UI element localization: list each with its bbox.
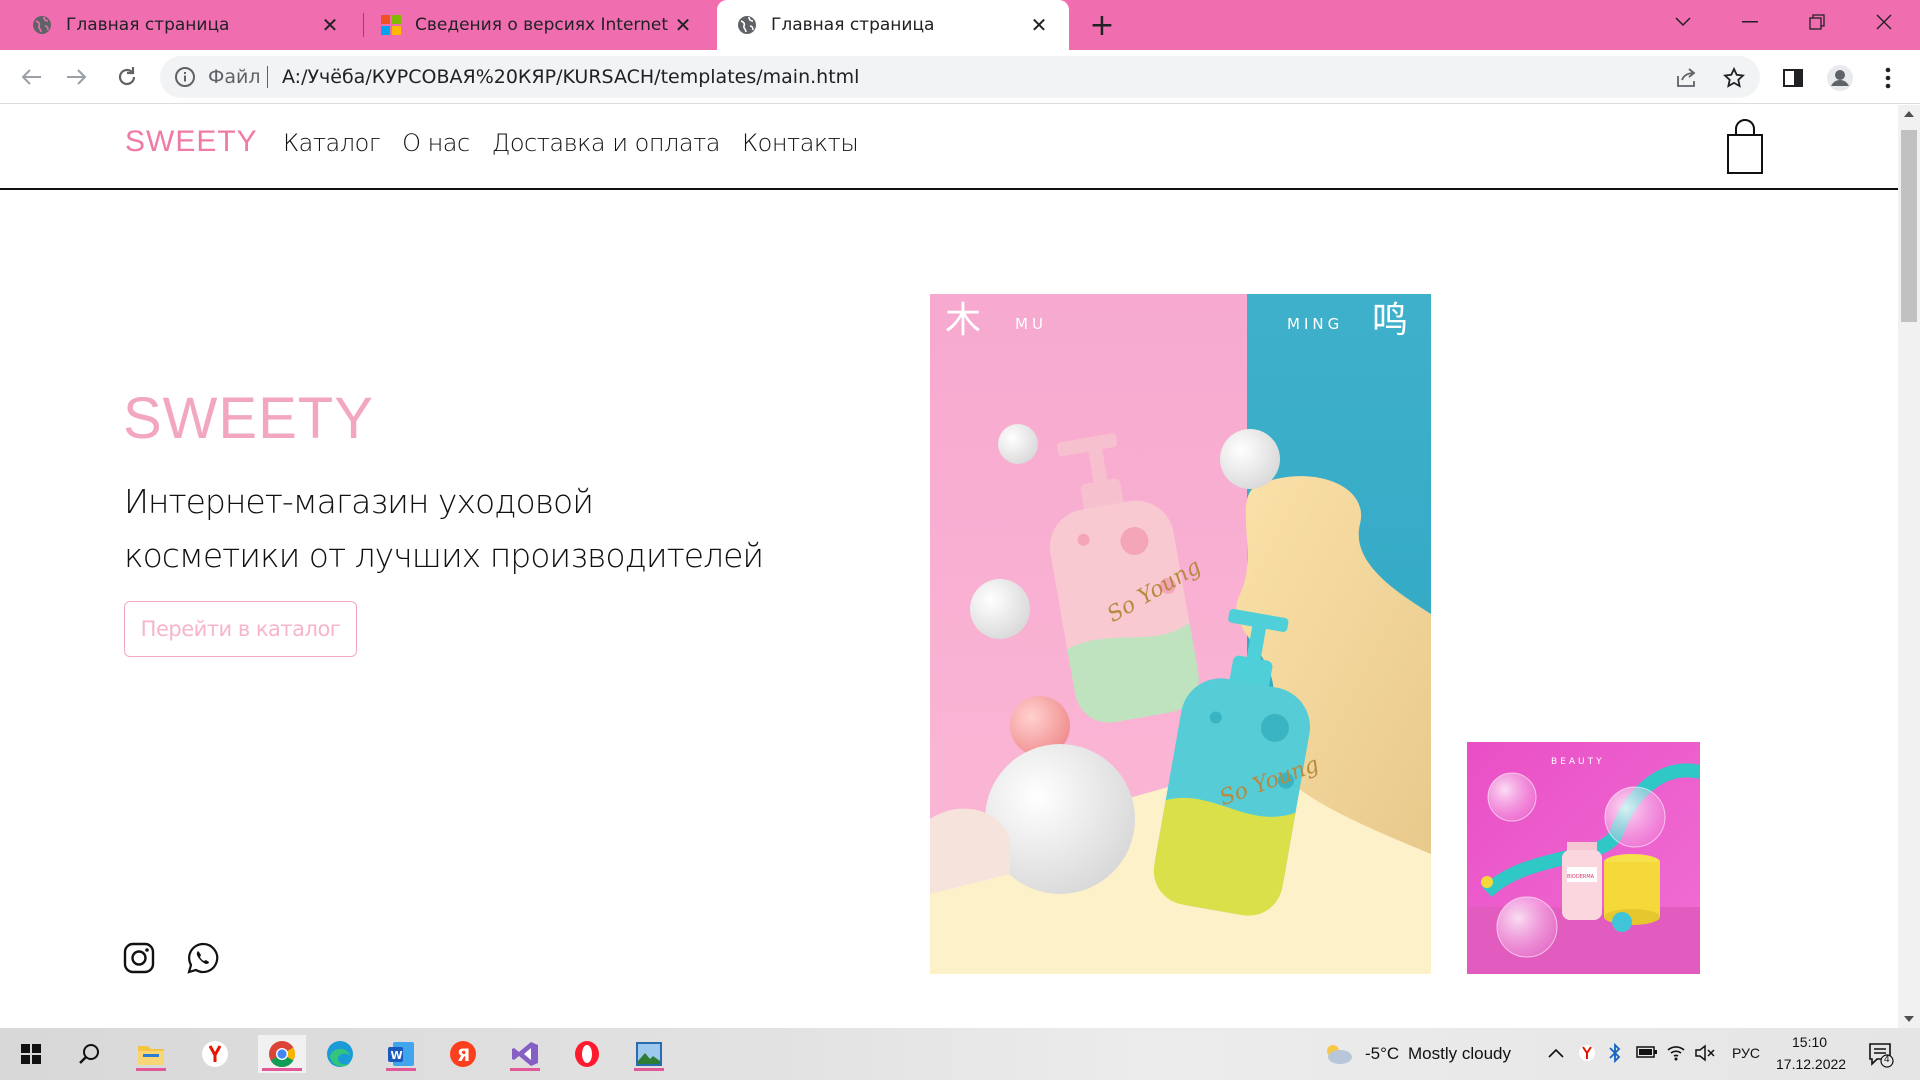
start-windows-icon[interactable] (12, 1035, 50, 1073)
hero-subtitle-line-2: косметики от лучших производителей (124, 536, 764, 575)
reload-icon[interactable] (112, 62, 142, 92)
word-icon[interactable]: W (382, 1035, 420, 1073)
language-indicator[interactable]: РУС (1732, 1045, 1760, 1061)
chevron-up-icon[interactable] (1548, 1048, 1564, 1058)
scroll-up-arrow-icon[interactable] (1904, 111, 1914, 117)
tab-3-active[interactable]: Главная страница ✕ (717, 0, 1069, 50)
yandex-browser-icon[interactable] (196, 1035, 234, 1073)
product-photo: 木 MU MING 鸣 So Young So Young (930, 294, 1431, 974)
page-scrollbar[interactable] (1898, 105, 1920, 1028)
close-icon[interactable]: ✕ (318, 13, 342, 37)
info-icon[interactable] (174, 66, 196, 88)
photos-icon[interactable] (630, 1035, 668, 1073)
side-panel-icon[interactable] (1777, 62, 1809, 94)
promo-photo: BEAUTY BIODERMA (1467, 742, 1700, 974)
site-logo[interactable]: SWEETY (125, 125, 258, 159)
promo-photo-text: BEAUTY (1551, 757, 1605, 767)
tab-title: Главная страница (771, 15, 935, 35)
hero-subtitle-line-1: Интернет-магазин уходовой (124, 482, 594, 521)
notification-count: 4 (1884, 1054, 1890, 1065)
yandex-icon[interactable]: Я (444, 1035, 482, 1073)
share-icon[interactable] (1672, 64, 1700, 92)
bookmark-star-icon[interactable] (1720, 64, 1748, 92)
chrome-icon[interactable] (258, 1035, 306, 1073)
wifi-icon[interactable] (1666, 1043, 1686, 1061)
hero-subtitle: Интернет-магазин уходовой косметики от л… (124, 475, 844, 583)
file-explorer-icon[interactable] (132, 1035, 170, 1073)
profile-avatar-icon[interactable] (1824, 62, 1856, 94)
tab-title: Главная страница (66, 15, 230, 35)
svg-text:W: W (391, 1049, 403, 1062)
notification-center-icon[interactable] (1868, 1042, 1894, 1068)
search-icon[interactable] (70, 1035, 108, 1073)
url-text[interactable]: A:/Учёба/КУРСОВАЯ%20КЯР/KURSACH/template… (282, 66, 859, 88)
globe-icon (33, 16, 51, 34)
product-photo-text-right: MING (1287, 315, 1343, 333)
site-header: SWEETY Каталог О нас Доставка и оплата К… (0, 105, 1898, 190)
whatsapp-icon[interactable] (187, 942, 219, 974)
tab-strip: Главная страница ✕ Сведения о версиях In… (0, 0, 1920, 50)
close-icon[interactable]: ✕ (1027, 13, 1051, 37)
clock-date[interactable]: 17.12.2022 (1776, 1056, 1846, 1072)
tab-search-icon[interactable] (1650, 0, 1716, 44)
weather-text[interactable]: Mostly cloudy (1408, 1044, 1511, 1064)
forward-icon[interactable] (62, 62, 92, 92)
nav-delivery[interactable]: Доставка и оплата (492, 129, 721, 157)
yandex-tray-icon[interactable] (1578, 1044, 1596, 1062)
visual-studio-icon[interactable] (506, 1035, 544, 1073)
windows-taskbar: W Я -5°C Mostly cloudy РУС 15:10 17.12.2… (0, 1028, 1920, 1080)
nav-about[interactable]: О нас (402, 129, 470, 157)
instagram-icon[interactable] (123, 942, 155, 974)
product-photo-text-left: MU (1015, 315, 1047, 333)
tab-2[interactable]: Сведения о версиях Internet Explorer ✕ (363, 0, 713, 50)
browser-toolbar: Файл A:/Учёба/КУРСОВАЯ%20КЯР/KURSACH/tem… (0, 50, 1920, 104)
nav-contacts[interactable]: Контакты (742, 129, 859, 157)
close-icon[interactable]: ✕ (671, 13, 695, 37)
hero-title: SWEETY (123, 386, 374, 451)
globe-icon (738, 16, 756, 34)
scroll-thumb[interactable] (1901, 130, 1917, 322)
minimize-icon[interactable] (1717, 0, 1783, 44)
bluetooth-icon[interactable] (1608, 1043, 1622, 1063)
edge-icon[interactable] (321, 1035, 359, 1073)
promo-photo-bottle-text: BIODERMA (1567, 874, 1595, 880)
product-photo-char-right: 鸣 (1372, 300, 1408, 341)
catalog-button[interactable]: Перейти в каталог (124, 601, 357, 657)
nav-catalog[interactable]: Каталог (283, 129, 381, 157)
weather-cloudy-icon[interactable] (1322, 1042, 1354, 1066)
clock-time[interactable]: 15:10 (1792, 1034, 1827, 1050)
scroll-down-arrow-icon[interactable] (1904, 1016, 1914, 1022)
close-window-icon[interactable] (1851, 0, 1917, 44)
volume-muted-icon[interactable] (1694, 1044, 1716, 1062)
menu-kebab-icon[interactable] (1872, 62, 1904, 94)
battery-icon[interactable] (1636, 1045, 1658, 1059)
opera-icon[interactable] (568, 1035, 606, 1073)
weather-temp[interactable]: -5°C (1365, 1044, 1399, 1064)
scheme-label: Файл (208, 66, 261, 88)
new-tab-button[interactable]: + (1086, 8, 1118, 43)
tab-title: Сведения о версиях Internet Explorer (415, 15, 671, 35)
svg-text:Я: Я (457, 1046, 470, 1066)
microsoft-icon (381, 15, 401, 35)
address-bar[interactable]: Файл A:/Учёба/КУРСОВАЯ%20КЯР/KURSACH/tem… (160, 56, 1760, 98)
product-photo-char-left: 木 (945, 300, 981, 341)
page-viewport: SWEETY Каталог О нас Доставка и оплата К… (0, 105, 1898, 1028)
tab-1[interactable]: Главная страница ✕ (0, 0, 360, 50)
shopping-bag-icon[interactable] (1725, 119, 1765, 175)
main-nav: Каталог О нас Доставка и оплата Контакты (283, 129, 859, 157)
divider (267, 66, 268, 88)
restore-icon[interactable] (1784, 0, 1850, 44)
back-icon[interactable] (16, 62, 46, 92)
